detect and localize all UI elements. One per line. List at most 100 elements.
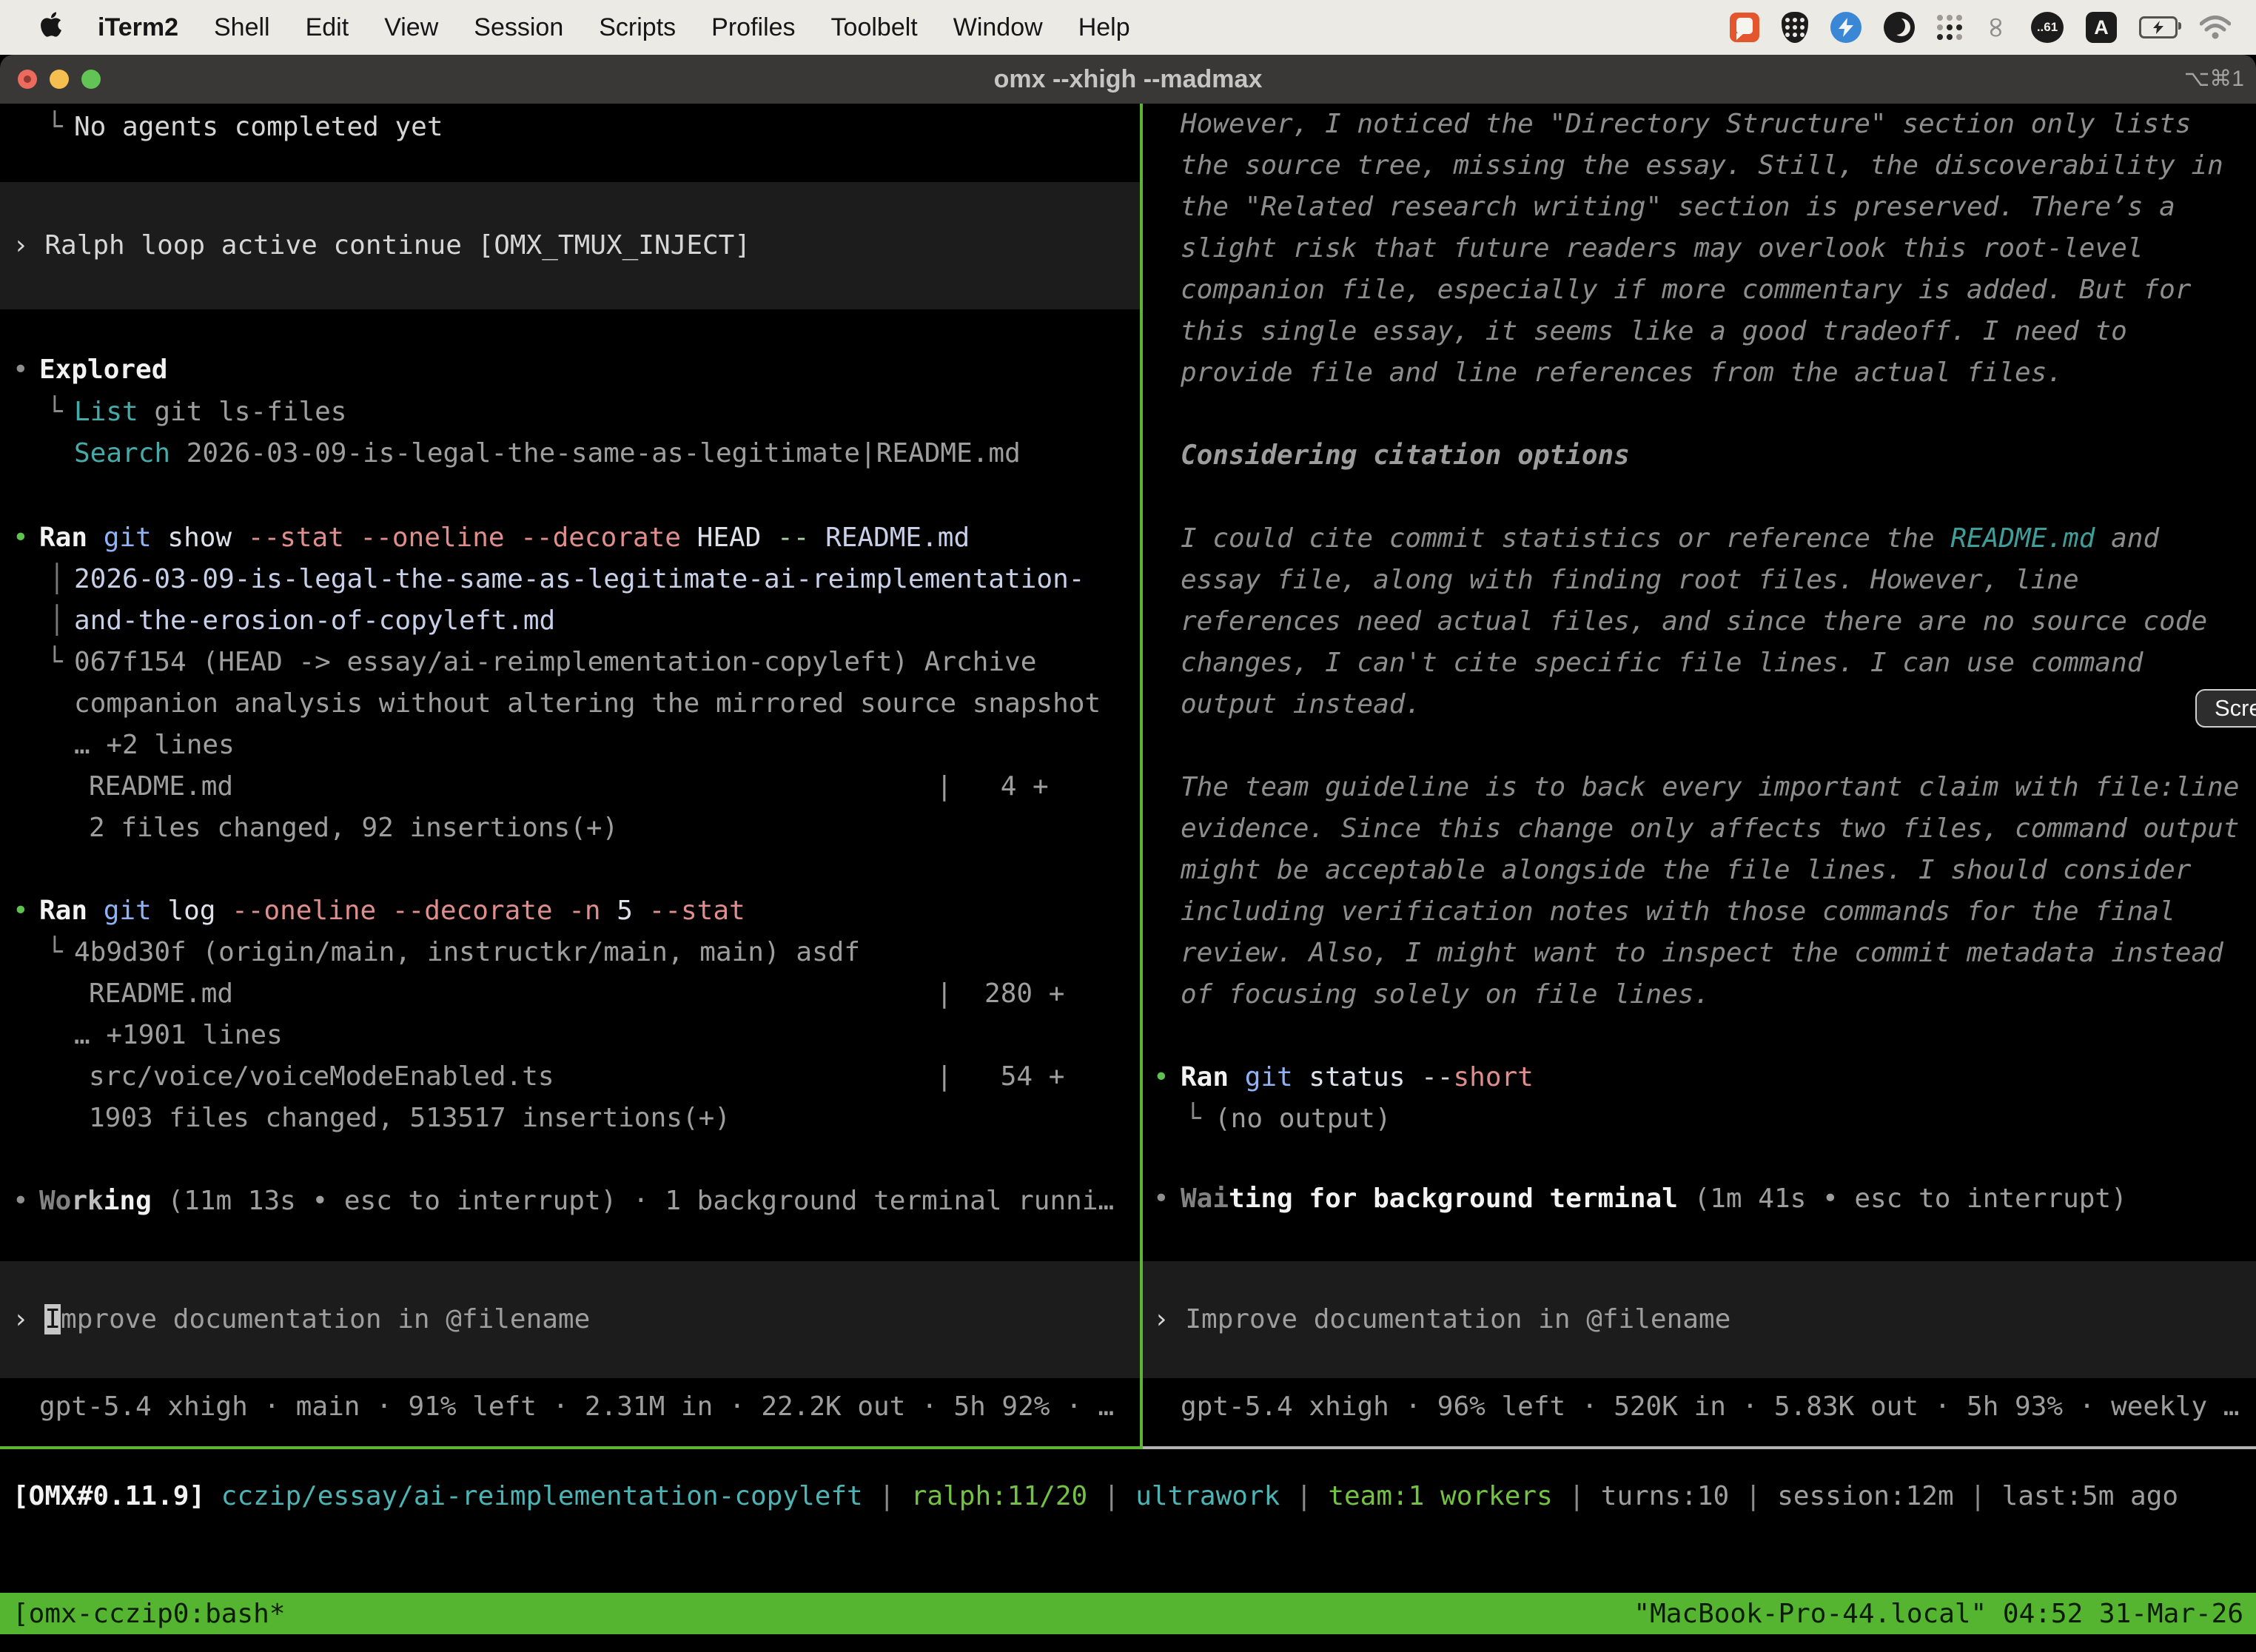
menu-item-scripts[interactable]: Scripts (581, 13, 694, 42)
thinking-heading: Considering citation options (1181, 435, 1630, 477)
menubar-status-icons: ∞ ..61 A (1730, 12, 2256, 43)
terminal-line: 2 files changed, 92 insertions(+) (89, 807, 618, 849)
terminal-line: might be acceptable alongside the file l… (1181, 850, 2191, 891)
terminal-line: 2026-03-09-is-legal-the-same-as-legitima… (74, 559, 1084, 600)
prompt-text: › Improve documentation in @filename (13, 1299, 590, 1340)
terminal-line: provide file and line references from th… (1181, 352, 2063, 394)
terminal-line: companion file, especially if more comme… (1181, 269, 2191, 311)
terminal-line: 067f154 (HEAD -> essay/ai-reimplementati… (74, 642, 1036, 683)
terminal-line: slight risk that future readers may over… (1181, 228, 2143, 269)
menubar-items: iTerm2ShellEditViewSessionScriptsProfile… (0, 10, 1148, 45)
apple-menu[interactable] (22, 10, 80, 45)
terminal-line: output instead. (1181, 684, 1421, 725)
terminal-line: • (1153, 1057, 1169, 1098)
menu-item-view[interactable]: View (366, 13, 456, 42)
menu-item-iterm2[interactable]: iTerm2 (80, 13, 196, 42)
blue-bolt-badge-icon[interactable] (1830, 12, 1861, 43)
tool-call-search: Search 2026-03-09-is-legal-the-same-as-l… (74, 433, 1021, 474)
terminal-line: review. Also, I might want to inspect th… (1181, 933, 2223, 974)
terminal-line: | 54 + (936, 1056, 1064, 1098)
menu-item-toolbelt[interactable]: Toolbelt (813, 13, 936, 42)
terminal-line: src/voice/voiceModeEnabled.ts (89, 1056, 554, 1098)
right-terminal-pane[interactable]: However, I noticed the "Directory Struct… (1143, 104, 2256, 1445)
terminal-line: └ (47, 392, 63, 433)
crescent-circle-icon[interactable] (1884, 12, 1915, 43)
squiggle-icon[interactable]: ∞ (1981, 15, 2011, 39)
pane-divider-horizontal-inactive (1143, 1446, 2256, 1449)
pane-divider-horizontal-active (0, 1446, 1143, 1449)
terminal-line: • (13, 349, 29, 391)
terminal-line: evidence. Since this change only affects… (1181, 808, 2239, 850)
window-shortcut-badge: ⌥⌘1 (2184, 55, 2244, 104)
dots-grid-icon[interactable] (1937, 15, 1962, 40)
terminal-line: └ (47, 107, 63, 148)
terminal-line: README.md (89, 766, 233, 807)
a-badge-icon[interactable]: A (2086, 12, 2117, 43)
screen-overlay-button[interactable]: Scre (2195, 689, 2256, 728)
working-status: Working (11m 13s • esc to interrupt) · 1… (39, 1181, 1114, 1222)
prompt-text: › Improve documentation in @filename (1153, 1299, 1730, 1340)
terminal-line: • (13, 517, 29, 559)
terminal-line: 4b9d30f (origin/main, instructkr/main, m… (74, 932, 860, 973)
terminal-line: README.md (89, 973, 233, 1015)
wifi-icon[interactable] (2200, 16, 2231, 39)
terminal-line: The team guideline is to back every impo… (1181, 767, 2239, 808)
session-stats: gpt-5.4 xhigh · 96% left · 520K in · 5.8… (1181, 1386, 2239, 1428)
menu-item-window[interactable]: Window (936, 13, 1061, 42)
terminal-line: … +2 lines (74, 725, 235, 766)
menubar: iTerm2ShellEditViewSessionScriptsProfile… (0, 0, 2256, 55)
terminal-line: I could cite commit statistics or refere… (1181, 518, 2159, 560)
terminal-line: changes, I can't cite specific file line… (1181, 642, 2143, 684)
agents-status-line: No agents completed yet (74, 107, 443, 148)
tool-call-list: List git ls-files (74, 392, 346, 433)
terminal-line: │ (49, 600, 65, 642)
shield-grid-icon[interactable] (1782, 12, 1808, 43)
ran-git-show: Ran git show --stat --oneline --decorate… (39, 517, 970, 559)
menu-item-edit[interactable]: Edit (288, 13, 367, 42)
terminal-line: │ (49, 559, 65, 600)
explored-header: Explored (39, 349, 167, 391)
window-title: omx --xhigh --madmax (0, 55, 2256, 104)
terminal-line: … +1901 lines (74, 1015, 283, 1056)
terminal-line: of focusing solely on file lines. (1181, 974, 1710, 1015)
left-terminal-pane[interactable]: └ No agents completed yet › Ralph loop act… (0, 104, 1140, 1445)
terminal-line: references need actual files, and since … (1181, 601, 2207, 642)
terminal-line: companion analysis without altering the … (74, 683, 1101, 725)
terminal-line: | 4 + (936, 766, 1049, 807)
terminal-line: the source tree, missing the essay. Stil… (1181, 145, 2223, 187)
terminal-line: 1903 files changed, 513517 insertions(+) (89, 1098, 731, 1139)
window-titlebar: omx --xhigh --madmax ⌥⌘1 (0, 55, 2256, 104)
terminal-line: • (13, 1181, 29, 1222)
terminal-line: the "Related research writing" section i… (1181, 187, 2175, 228)
menu-item-session[interactable]: Session (456, 13, 581, 42)
terminal-line: (no output) (1215, 1098, 1391, 1140)
tmux-host-clock: "MacBook-Pro-44.local" 04:52 31-Mar-26 (1634, 1599, 2243, 1629)
menu-item-profiles[interactable]: Profiles (694, 13, 813, 42)
screen-record-icon[interactable] (1730, 13, 1759, 42)
terminal-line: this single essay, it seems like a good … (1181, 311, 2127, 352)
tmux-status-bar: [omx-cczip0:bash* "MacBook-Pro-44.local"… (0, 1593, 2256, 1634)
terminal-line: └ (47, 932, 63, 973)
battery-icon[interactable] (2139, 16, 2178, 38)
ran-git-status: Ran git status --short (1181, 1057, 1534, 1098)
waiting-status: Waiting for background terminal (1m 41s … (1181, 1178, 2127, 1220)
percent-badge-icon[interactable]: ..61 (2031, 12, 2064, 43)
terminal-line: | 280 + (936, 973, 1064, 1015)
thinking-paragraph: However, I noticed the "Directory Struct… (1181, 104, 2191, 145)
tmux-session-window[interactable]: [omx-cczip0:bash* (13, 1599, 285, 1629)
terminal-line: └ (47, 642, 63, 683)
terminal-line: essay file, along with finding root file… (1181, 560, 2079, 601)
ran-git-log: Ran git log --oneline --decorate -n 5 --… (39, 890, 745, 932)
terminal-line: including verification notes with those … (1181, 891, 2175, 933)
terminal-line: • (1153, 1178, 1169, 1220)
apple-icon (40, 10, 62, 45)
menu-item-help[interactable]: Help (1061, 13, 1148, 42)
ralph-loop-prompt: › Ralph loop active continue [OMX_TMUX_I… (13, 225, 751, 266)
omx-status-row: [OMX#0.11.9] cczip/essay/ai-reimplementa… (13, 1476, 2178, 1517)
terminal-line: └ (1185, 1098, 1201, 1140)
menu-item-shell[interactable]: Shell (196, 13, 288, 42)
terminal-line: • (13, 890, 29, 932)
terminal-line: and-the-erosion-of-copyleft.md (74, 600, 555, 642)
screen-overlay-label: Scre (2215, 695, 2256, 722)
session-stats: gpt-5.4 xhigh · main · 91% left · 2.31M … (39, 1386, 1114, 1428)
